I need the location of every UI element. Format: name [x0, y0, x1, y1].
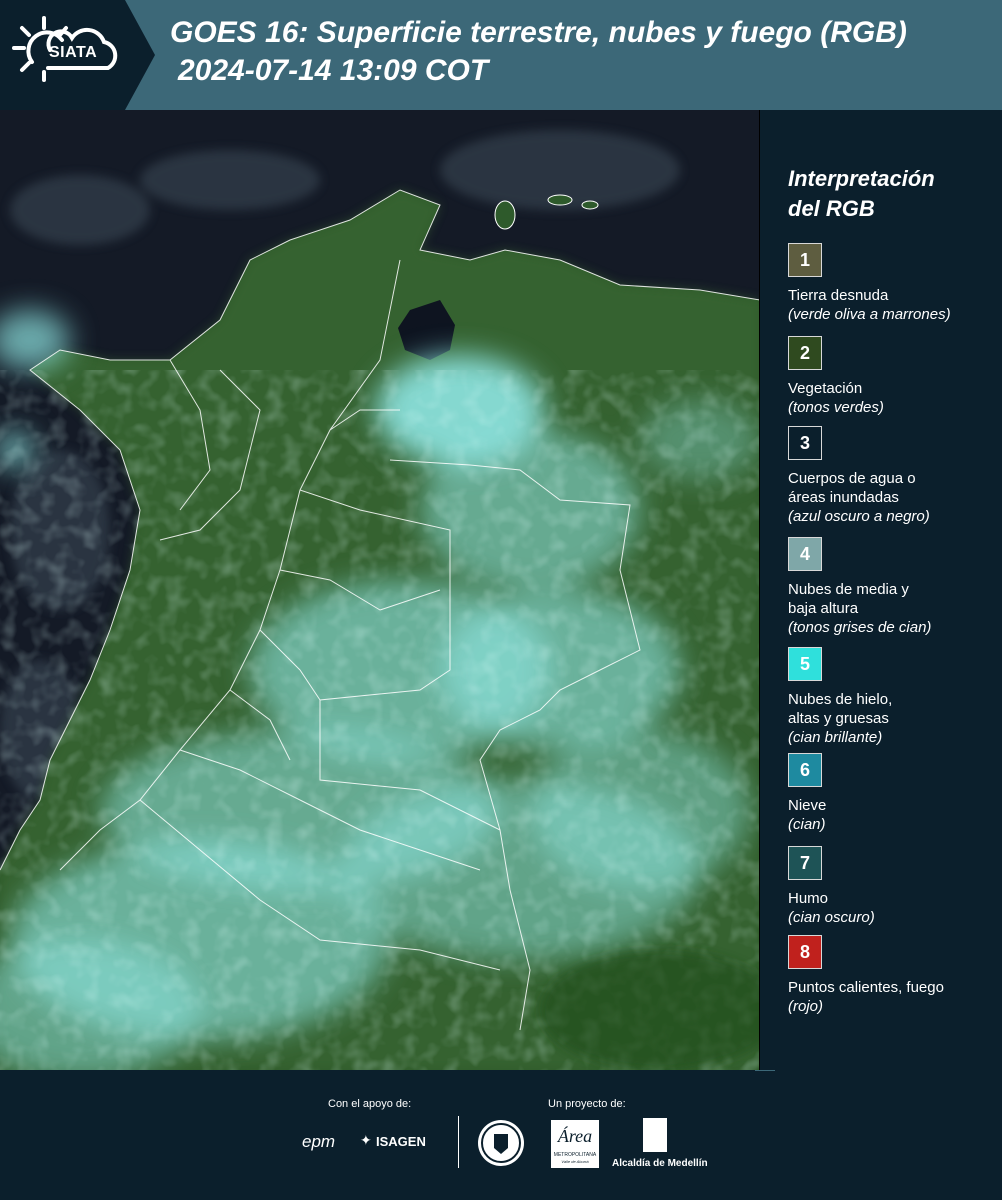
legend-swatch: 3: [788, 426, 822, 460]
legend-item-label-line: Nubes de hielo,: [788, 691, 893, 708]
antioquia-seal: [478, 1120, 524, 1166]
legend-item-label: Puntos calientes, fuego: [788, 978, 998, 997]
page-title: GOES 16: Superficie terrestre, nubes y f…: [170, 16, 907, 49]
legend-item-description: (rojo): [788, 998, 824, 1015]
footer: Con el apoyo de: Un proyecto de: epm ✦ I…: [0, 1070, 1002, 1200]
legend-item-label: Humo: [788, 889, 998, 908]
legend-item-3: 3 Cuerpos de agua o áreas inundadas (azul o…: [788, 426, 998, 526]
isagen-icon: ✦: [360, 1132, 372, 1148]
legend-swatch: 4: [788, 537, 822, 571]
legend-swatch: 8: [788, 935, 822, 969]
legend-item-label: Nubes de media y baja altura: [788, 580, 998, 618]
legend-item-label-line: Nieve: [788, 797, 827, 814]
footer-divider: [458, 1116, 459, 1168]
legend-swatch: 2: [788, 336, 822, 370]
legend-item-label-line: Puntos calientes, fuego: [788, 979, 944, 996]
legend-item-8: 8 Puntos calientes, fuego (rojo): [788, 935, 998, 1016]
legend-item-label: Cuerpos de agua o áreas inundadas: [788, 469, 998, 507]
area-metropolitana-logo: Área METROPOLITANA Valle de Aburrá: [551, 1120, 599, 1168]
legend-item-label: Nieve: [788, 796, 998, 815]
isagen-logo: ISAGEN: [376, 1134, 426, 1149]
legend-item-description: (cian brillante): [788, 729, 883, 746]
legend-item-label-line: Cuerpos de agua o: [788, 470, 916, 487]
medellin-logo-text: Alcaldía de Medellín: [612, 1158, 708, 1169]
legend-item-label: Tierra desnuda: [788, 286, 998, 305]
legend-item-2: 2 Vegetación (tonos verdes): [788, 336, 998, 417]
legend-item-description: (azul oscuro a negro): [788, 508, 930, 525]
legend-item-description: (tonos verdes): [788, 399, 884, 416]
legend-swatch: 7: [788, 846, 822, 880]
legend-item-label-line: baja altura: [788, 600, 859, 617]
legend-item-label-line: Nubes de media y: [788, 581, 909, 598]
legend-title: Interpretación del RGB: [788, 164, 935, 224]
legend-item-7: 7 Humo (cian oscuro): [788, 846, 998, 927]
legend-item-label-line: áreas inundadas: [788, 489, 899, 506]
logo-text: SIATA: [49, 44, 98, 61]
legend-item-label: Vegetación: [788, 379, 998, 398]
support-label: Con el apoyo de:: [328, 1098, 412, 1110]
legend-item-label-line: altas y gruesas: [788, 710, 889, 727]
legend-panel: Interpretación del RGB 1 Tierra desnuda (v…: [760, 110, 1002, 1070]
legend-item-description: (tonos grises de cian): [788, 619, 932, 636]
legend-swatch: 5: [788, 647, 822, 681]
area-logo-text: Área: [557, 1126, 593, 1146]
page-datetime: 2024-07-14 13:09 COT: [178, 54, 489, 87]
legend-item-label-line: Tierra desnuda: [788, 287, 889, 304]
legend-item-label: Nubes de hielo, altas y gruesas: [788, 690, 998, 728]
legend-item-1: 1 Tierra desnuda (verde oliva a marrones): [788, 243, 998, 324]
legend-title-line2: del RGB: [788, 196, 875, 221]
header-bar: SIATA GOES 16: Superficie terrestre, nub…: [0, 0, 1002, 110]
legend-item-description: (cian): [788, 816, 826, 833]
satellite-rgb-map: [0, 110, 760, 1070]
legend-item-description: (cian oscuro): [788, 909, 875, 926]
legend-item-label-line: Humo: [788, 890, 829, 907]
legend-item-4: 4 Nubes de media y baja altura (tonos grise…: [788, 537, 998, 637]
siata-logo: SIATA: [0, 0, 155, 110]
legend-title-line1: Interpretación: [788, 166, 935, 191]
area-logo-sub2: Valle de Aburrá: [561, 1159, 589, 1164]
legend-item-5: 5 Nubes de hielo, altas y gruesas (cian bri…: [788, 647, 998, 747]
area-logo-sub: METROPOLITANA: [553, 1152, 597, 1158]
project-label: Un proyecto de:: [548, 1098, 626, 1110]
legend-swatch: 6: [788, 753, 822, 787]
epm-logo: epm: [302, 1132, 336, 1151]
legend-item-description: (verde oliva a marrones): [788, 306, 951, 323]
medellin-shield-icon: [643, 1118, 667, 1152]
legend-swatch: 1: [788, 243, 822, 277]
legend-item-label-line: Vegetación: [788, 380, 863, 397]
legend-item-6: 6 Nieve (cian): [788, 753, 998, 834]
